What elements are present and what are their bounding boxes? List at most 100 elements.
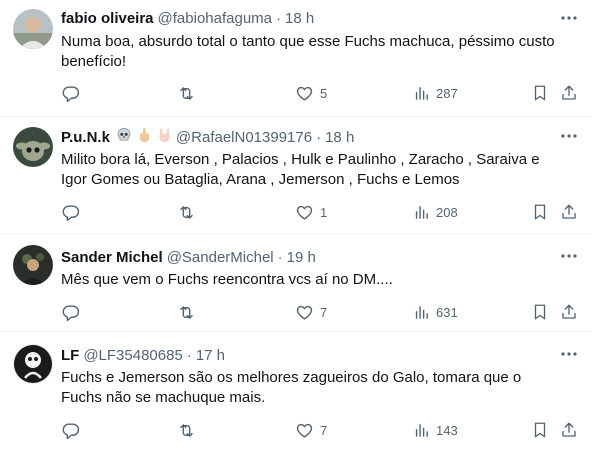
tweet-header: LF @LF35480685 · 17 h — [61, 345, 225, 365]
author-name[interactable]: LF — [61, 347, 79, 364]
share-button[interactable] — [560, 420, 578, 440]
bookmark-icon — [531, 303, 549, 321]
views-icon — [413, 422, 430, 439]
like-count: 5 — [320, 85, 328, 101]
bookmark-icon — [531, 84, 549, 102]
tweet-text: Fuchs e Jemerson são os melhores zagueir… — [61, 369, 522, 406]
action-bar: 5 287 — [61, 83, 581, 103]
more-icon[interactable] — [560, 345, 578, 363]
like-button[interactable]: 7 — [295, 302, 327, 322]
separator: · — [316, 128, 322, 146]
like-button[interactable]: 1 — [295, 202, 327, 222]
avatar[interactable] — [13, 127, 53, 167]
views-button[interactable]: 287 — [413, 83, 458, 103]
action-bar: 7 631 — [61, 302, 581, 322]
share-button[interactable] — [560, 302, 578, 322]
view-count: 631 — [436, 304, 458, 320]
repost-button[interactable] — [177, 202, 196, 222]
views-button[interactable]: 143 — [413, 420, 458, 440]
bookmark-button[interactable] — [531, 302, 549, 322]
avatar[interactable] — [13, 245, 53, 285]
views-icon — [413, 85, 430, 102]
share-icon — [560, 421, 578, 439]
author-name[interactable]: P.u.N.k — [61, 129, 110, 146]
action-bar: 1 208 — [61, 202, 581, 222]
timestamp[interactable]: 17 h — [196, 347, 225, 364]
like-icon — [295, 84, 314, 103]
bookmark-button[interactable] — [531, 83, 549, 103]
separator: · — [186, 346, 192, 364]
tweet-header: Sander Michel @SanderMichel · 19 h — [61, 247, 316, 267]
author-handle[interactable]: @SanderMichel — [167, 249, 274, 266]
share-icon — [560, 84, 578, 102]
like-button[interactable]: 5 — [295, 83, 327, 103]
repost-button[interactable] — [177, 83, 196, 103]
like-count: 7 — [320, 304, 328, 320]
author-name[interactable]: fabio oliveira — [61, 10, 154, 27]
tweet[interactable]: LF @LF35480685 · 17 h Fuchs e Jemerson s… — [0, 332, 592, 451]
reply-feed: fabio oliveira @fabiohafaguma · 18 h Num… — [0, 0, 592, 451]
tweet-text: Milito bora lá, Everson , Palacios , Hul… — [61, 151, 540, 188]
views-button[interactable]: 208 — [413, 202, 458, 222]
share-icon — [560, 203, 578, 221]
timestamp[interactable]: 18 h — [325, 129, 354, 146]
middle-finger-icon — [136, 127, 152, 147]
reply-button[interactable] — [61, 302, 80, 322]
avatar[interactable] — [13, 9, 53, 49]
tweet[interactable]: P.u.N.k @RafaelN01399176 · 18 h Milito b… — [0, 117, 592, 234]
tweet[interactable]: fabio oliveira @fabiohafaguma · 18 h Num… — [0, 0, 592, 117]
views-icon — [413, 204, 430, 221]
share-button[interactable] — [560, 83, 578, 103]
views-icon — [413, 304, 430, 321]
repost-icon — [177, 203, 196, 222]
like-count: 1 — [320, 204, 328, 220]
repost-button[interactable] — [177, 302, 196, 322]
reply-button[interactable] — [61, 202, 80, 222]
repost-icon — [177, 303, 196, 322]
author-name[interactable]: Sander Michel — [61, 249, 163, 266]
reply-icon — [61, 203, 80, 222]
separator: · — [277, 248, 283, 266]
tweet-header: P.u.N.k @RafaelN01399176 · 18 h — [61, 127, 354, 147]
more-icon[interactable] — [560, 127, 578, 145]
reply-button[interactable] — [61, 420, 80, 440]
bookmark-button[interactable] — [531, 420, 549, 440]
author-handle[interactable]: @fabiohafaguma — [158, 10, 272, 27]
like-button[interactable]: 7 — [295, 420, 327, 440]
views-button[interactable]: 631 — [413, 302, 458, 322]
bookmark-icon — [531, 421, 549, 439]
author-handle[interactable]: @RafaelN01399176 — [176, 129, 312, 146]
more-icon[interactable] — [560, 9, 578, 27]
like-count: 7 — [320, 422, 328, 438]
view-count: 208 — [436, 204, 458, 220]
name-emojis — [116, 127, 172, 147]
skull-icon — [116, 127, 132, 147]
rock-hand-icon — [156, 127, 172, 147]
separator: · — [276, 9, 282, 27]
reply-icon — [61, 303, 80, 322]
bookmark-button[interactable] — [531, 202, 549, 222]
tweet-text: Numa boa, absurdo total o tanto que esse… — [61, 33, 555, 70]
timestamp[interactable]: 19 h — [287, 249, 316, 266]
tweet-text: Mês que vem o Fuchs reencontra vcs aí no… — [61, 271, 393, 288]
like-icon — [295, 421, 314, 440]
timestamp[interactable]: 18 h — [285, 10, 314, 27]
tweet-header: fabio oliveira @fabiohafaguma · 18 h — [61, 8, 314, 28]
reply-icon — [61, 84, 80, 103]
author-handle[interactable]: @LF35480685 — [83, 347, 182, 364]
reply-button[interactable] — [61, 83, 80, 103]
more-icon[interactable] — [560, 247, 578, 265]
share-button[interactable] — [560, 202, 578, 222]
repost-button[interactable] — [177, 420, 196, 440]
avatar[interactable] — [13, 344, 53, 384]
view-count: 143 — [436, 422, 458, 438]
view-count: 287 — [436, 85, 458, 101]
action-bar: 7 143 — [61, 420, 581, 440]
like-icon — [295, 303, 314, 322]
repost-icon — [177, 84, 196, 103]
bookmark-icon — [531, 203, 549, 221]
tweet[interactable]: Sander Michel @SanderMichel · 19 h Mês q… — [0, 234, 592, 332]
reply-icon — [61, 421, 80, 440]
like-icon — [295, 203, 314, 222]
share-icon — [560, 303, 578, 321]
